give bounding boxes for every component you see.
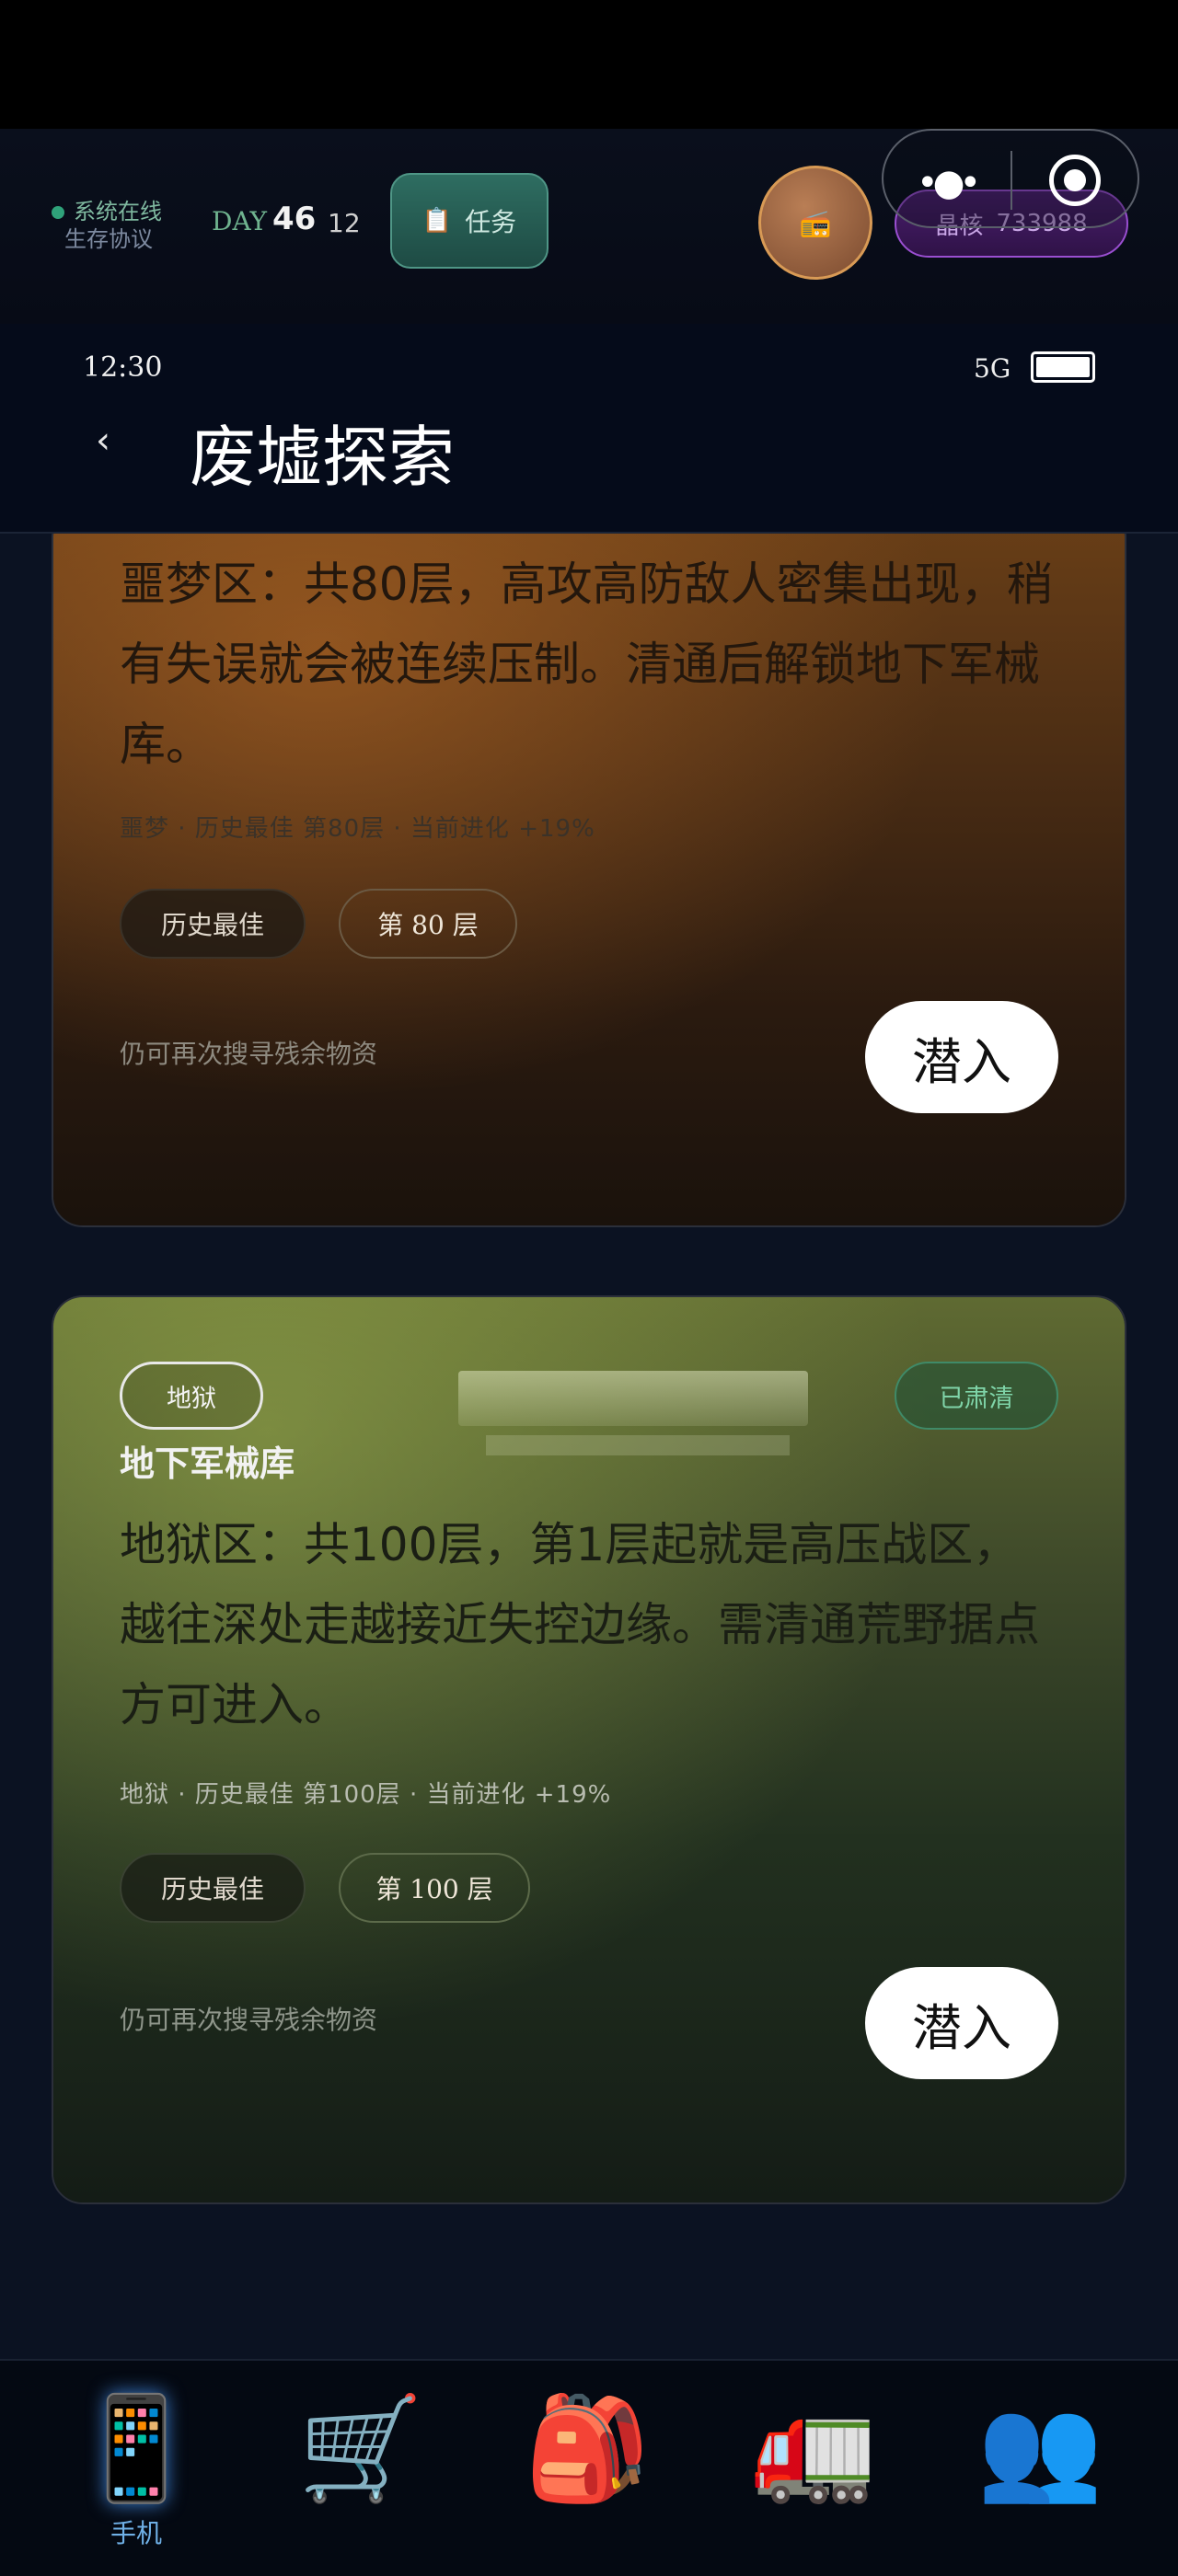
radio-icon: 📻 [799, 207, 832, 238]
best-record-pill: 历史最佳 [120, 1853, 306, 1923]
search-hint: 仍可再次搜寻残余物资 [120, 1039, 378, 1069]
day-number: 46 [272, 201, 317, 237]
clipboard-icon: 📋 [422, 207, 453, 235]
truck-icon: 🚛 [750, 2389, 877, 2507]
difficulty-tag: 地狱 [120, 1362, 263, 1430]
battery-icon [1031, 351, 1095, 383]
enter-button[interactable]: 潜入 [865, 1967, 1058, 2079]
day-label: DAY [212, 206, 268, 236]
people-icon: 👥 [976, 2389, 1103, 2507]
nav-phone-label: 手机 [110, 2518, 162, 2548]
task-button[interactable]: 📋 任务 [390, 173, 549, 269]
floor-pill: 第 80 层 [339, 889, 517, 959]
top-safe-area [0, 0, 1178, 129]
day-sub-number: 12 [328, 208, 361, 238]
zone-list[interactable]: 噩梦区：共80层，高攻高防敌人密集出现，稍有失误就会被连续压制。清通后解锁地下军… [0, 534, 1178, 2359]
capsule-divider [1011, 151, 1012, 210]
zone-card-nightmare: 噩梦区：共80层，高攻高防敌人密集出现，稍有失误就会被连续压制。清通后解锁地下军… [52, 534, 1126, 1227]
cart-icon: 🛒 [297, 2389, 424, 2507]
phone-icon: 📱 [73, 2389, 200, 2507]
zone-card-hell: 地狱 已肃清 地下军械库 地狱区：共100层，第1层起就是高压战区，越往深处走越… [52, 1295, 1126, 2204]
zone-name: 地下军械库 [120, 1443, 295, 1484]
nav-transport[interactable]: 🚛 [731, 2379, 896, 2517]
backpack-icon: 🎒 [524, 2389, 651, 2507]
zone-meta: 地狱 · 历史最佳 第100层 · 当前进化 +19% [120, 1781, 612, 1809]
close-target-icon[interactable] [1049, 155, 1101, 206]
more-icon[interactable]: •●• [917, 162, 981, 204]
nav-backpack[interactable]: 🎒 [504, 2379, 670, 2517]
back-button[interactable]: ‹ [96, 420, 110, 462]
battery-fill [1036, 357, 1090, 377]
floor-pill: 第 100 层 [339, 1853, 530, 1923]
miniprogram-capsule: •●• [882, 129, 1139, 228]
zone-meta: 噩梦 · 历史最佳 第80层 · 当前进化 +19% [120, 815, 595, 843]
task-label: 任务 [465, 207, 517, 237]
nav-shop[interactable]: 🛒 [278, 2379, 444, 2517]
best-record-pill: 历史最佳 [120, 889, 306, 959]
bottom-nav: 📱 手机 🛒 🎒 🚛 👥 [0, 2359, 1178, 2576]
radio-button[interactable]: 📻 [758, 166, 872, 280]
nav-phone[interactable]: 📱 手机 [53, 2379, 219, 2550]
phone-header: 12:30 5G ‹ 废墟探索 [0, 324, 1178, 534]
online-dot-icon [52, 206, 64, 219]
status-network: 5G [974, 353, 1011, 384]
page-title: 废墟探索 [190, 419, 456, 496]
nav-team[interactable]: 👥 [957, 2379, 1123, 2517]
search-hint: 仍可再次搜寻残余物资 [120, 2005, 378, 2035]
enter-button[interactable]: 潜入 [865, 1001, 1058, 1113]
protocol-label: 生存协议 [64, 226, 153, 252]
status-time: 12:30 [83, 351, 163, 384]
zone-description: 噩梦区：共80层，高攻高防敌人密集出现，稍有失误就会被连续压制。清通后解锁地下军… [120, 558, 1053, 771]
cleared-badge: 已肃清 [895, 1362, 1058, 1430]
zone-description: 地狱区：共100层，第1层起就是高压战区，越往深处走越接近失控边缘。需清通荒野据… [120, 1518, 1040, 1731]
